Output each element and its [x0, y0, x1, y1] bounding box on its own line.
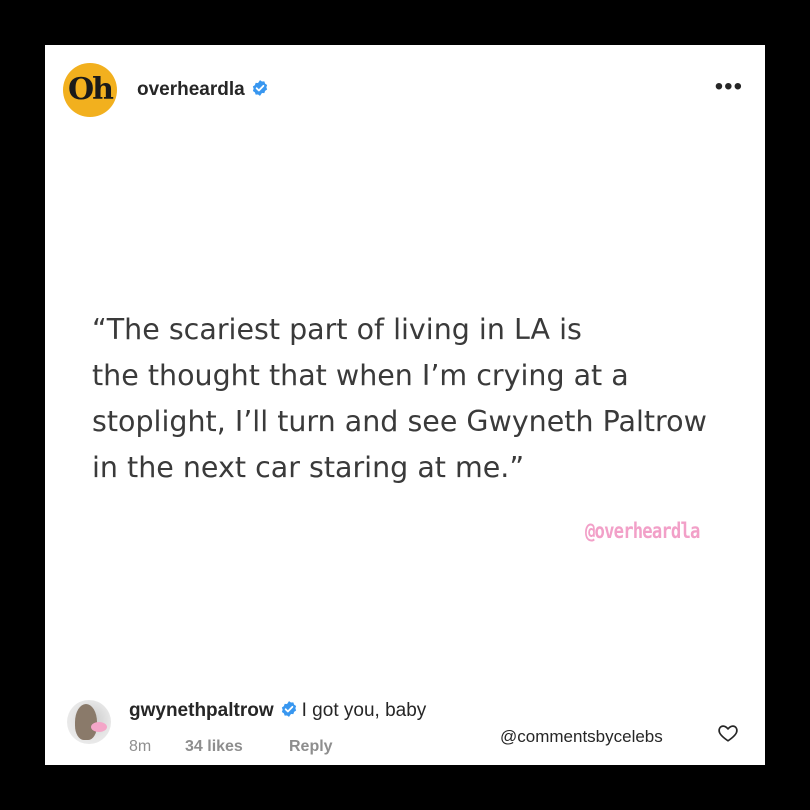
watermark-text: @overheardla	[585, 519, 700, 543]
avatar-logo: Oh	[68, 72, 114, 107]
comment-text: I got you, baby	[301, 700, 427, 721]
comment-avatar[interactable]	[67, 700, 111, 744]
verified-badge-icon	[281, 701, 296, 717]
more-options-icon[interactable]: •••	[715, 75, 743, 99]
comment-username[interactable]: gwynethpaltrow	[129, 700, 274, 721]
comment-meta: 8m 34 likes Reply	[129, 737, 333, 757]
comment-time: 8m	[129, 738, 152, 755]
post-header: overheardla	[137, 78, 269, 102]
reply-button[interactable]: Reply	[289, 737, 333, 757]
verified-badge-icon	[252, 80, 267, 96]
post-username[interactable]: overheardla	[137, 79, 245, 100]
comment-line: gwynethpaltrow I got you, baby	[129, 699, 426, 723]
comment-likes[interactable]: 34 likes	[185, 737, 289, 757]
credit-text: @commentsbycelebs	[500, 727, 663, 746]
post-card: Oh overheardla ••• “The scariest part of…	[45, 45, 765, 765]
heart-outline-icon[interactable]	[717, 722, 739, 744]
quote-text: “The scariest part of living in LA is th…	[92, 313, 707, 484]
avatar-sticker	[91, 722, 107, 732]
account-avatar[interactable]: Oh	[63, 63, 117, 117]
